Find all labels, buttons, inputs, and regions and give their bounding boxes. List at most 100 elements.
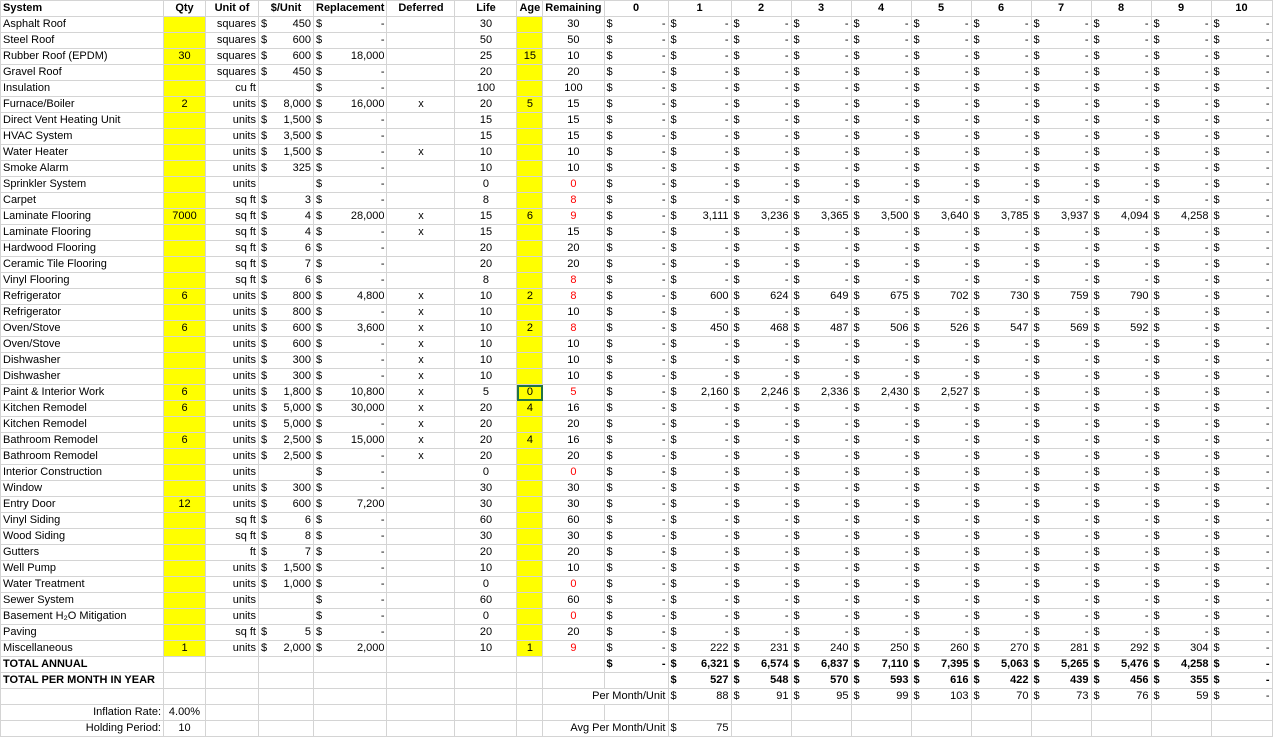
total-cell[interactable]: $5,063 bbox=[970, 656, 1032, 673]
age-cell[interactable]: 2 bbox=[516, 288, 544, 305]
year-cell[interactable]: $ - bbox=[667, 64, 732, 81]
price-cell[interactable]: $300 bbox=[258, 352, 314, 369]
year-cell[interactable]: $ - bbox=[1150, 496, 1212, 513]
replacement-cell[interactable]: $ - bbox=[312, 160, 388, 177]
year-cell[interactable]: $ - bbox=[730, 464, 792, 481]
age-cell[interactable] bbox=[516, 416, 544, 433]
year-cell[interactable]: $ - bbox=[1150, 64, 1212, 81]
year-cell[interactable]: $2,160 bbox=[667, 384, 732, 401]
age-cell[interactable]: 1 bbox=[516, 640, 544, 657]
deferred-cell[interactable] bbox=[386, 640, 456, 657]
year-cell[interactable]: $ - bbox=[1030, 112, 1092, 129]
year-cell[interactable]: $ - bbox=[1210, 320, 1273, 337]
unit-cell[interactable]: units bbox=[205, 496, 259, 513]
year-cell[interactable]: $ - bbox=[1210, 112, 1273, 129]
price-cell[interactable]: $800 bbox=[258, 288, 314, 305]
replacement-cell[interactable]: $ - bbox=[312, 80, 388, 97]
blank-cell[interactable] bbox=[386, 704, 456, 721]
year-cell[interactable]: $ - bbox=[603, 544, 669, 561]
total-cell[interactable]: $6,321 bbox=[667, 656, 732, 673]
year-cell[interactable]: $ - bbox=[667, 160, 732, 177]
blank-cell[interactable] bbox=[1090, 704, 1152, 721]
year-cell[interactable]: $ - bbox=[667, 416, 732, 433]
header-cell[interactable]: 5 bbox=[910, 0, 972, 17]
header-cell[interactable]: Remaining bbox=[542, 0, 605, 17]
unit-cell[interactable]: sq ft bbox=[205, 512, 259, 529]
unit-cell[interactable]: sq ft bbox=[205, 240, 259, 257]
year-cell[interactable]: $ - bbox=[1030, 144, 1092, 161]
year-cell[interactable]: $ - bbox=[850, 144, 912, 161]
year-cell[interactable]: $ - bbox=[790, 240, 852, 257]
blank-cell[interactable] bbox=[790, 720, 852, 737]
unit-cell[interactable]: sq ft bbox=[205, 256, 259, 273]
deferred-cell[interactable]: x bbox=[386, 432, 456, 449]
replacement-cell[interactable]: $ - bbox=[312, 144, 388, 161]
year-cell[interactable]: $ - bbox=[1210, 144, 1273, 161]
year-cell[interactable]: $ - bbox=[1030, 432, 1092, 449]
remaining-cell[interactable]: 8 bbox=[542, 192, 605, 209]
per-month-cell[interactable]: $73 bbox=[1030, 688, 1092, 705]
year-cell[interactable]: $ - bbox=[667, 480, 732, 497]
unit-cell[interactable]: units bbox=[205, 368, 259, 385]
year-cell[interactable]: $ - bbox=[970, 304, 1032, 321]
replacement-cell[interactable]: $ - bbox=[312, 368, 388, 385]
year-cell[interactable]: $ - bbox=[1090, 16, 1152, 33]
per-month-cell[interactable]: $91 bbox=[730, 688, 792, 705]
deferred-cell[interactable]: x bbox=[386, 400, 456, 417]
year-cell[interactable]: $ - bbox=[1210, 224, 1273, 241]
year-cell[interactable]: $ - bbox=[667, 528, 732, 545]
unit-cell[interactable]: units bbox=[205, 464, 259, 481]
replacement-cell[interactable]: $16,000 bbox=[312, 96, 388, 113]
qty-cell[interactable] bbox=[163, 16, 206, 33]
year-cell[interactable]: $ - bbox=[603, 32, 669, 49]
year-cell[interactable]: $ - bbox=[790, 192, 852, 209]
year-cell[interactable]: $ - bbox=[970, 384, 1032, 401]
year-cell[interactable]: $ - bbox=[790, 352, 852, 369]
year-cell[interactable]: $ - bbox=[790, 624, 852, 641]
qty-cell[interactable]: 30 bbox=[163, 48, 206, 65]
blank-cell[interactable] bbox=[970, 704, 1032, 721]
replacement-cell[interactable]: $18,000 bbox=[312, 48, 388, 65]
price-cell[interactable]: $7 bbox=[258, 544, 314, 561]
year-cell[interactable]: $ - bbox=[603, 240, 669, 257]
year-cell[interactable]: $ - bbox=[1090, 352, 1152, 369]
year-cell[interactable]: $ - bbox=[603, 320, 669, 337]
qty-cell[interactable]: 1 bbox=[163, 640, 206, 657]
system-cell[interactable]: Well Pump bbox=[0, 560, 164, 577]
price-cell[interactable]: $4 bbox=[258, 208, 314, 225]
total-cell[interactable]: $6,574 bbox=[730, 656, 792, 673]
deferred-cell[interactable]: x bbox=[386, 96, 456, 113]
year-cell[interactable]: $ - bbox=[1030, 240, 1092, 257]
replacement-cell[interactable]: $ - bbox=[312, 32, 388, 49]
price-cell[interactable] bbox=[258, 592, 314, 609]
year-cell[interactable]: $ - bbox=[1030, 560, 1092, 577]
year-cell[interactable]: $ - bbox=[1150, 416, 1212, 433]
year-cell[interactable]: $ - bbox=[850, 528, 912, 545]
deferred-cell[interactable]: x bbox=[386, 352, 456, 369]
life-cell[interactable]: 100 bbox=[454, 80, 518, 97]
age-cell[interactable]: 4 bbox=[516, 432, 544, 449]
header-cell[interactable]: Unit of bbox=[205, 0, 259, 17]
deferred-cell[interactable] bbox=[386, 240, 456, 257]
year-cell[interactable]: $ - bbox=[970, 528, 1032, 545]
year-cell[interactable]: $ - bbox=[1150, 240, 1212, 257]
year-cell[interactable]: $ - bbox=[603, 608, 669, 625]
year-cell[interactable]: $ - bbox=[850, 272, 912, 289]
year-cell[interactable]: $ - bbox=[970, 176, 1032, 193]
qty-cell[interactable] bbox=[163, 592, 206, 609]
blank-cell[interactable] bbox=[790, 704, 852, 721]
price-cell[interactable]: $3,500 bbox=[258, 128, 314, 145]
blank-cell[interactable] bbox=[603, 704, 669, 721]
age-cell[interactable] bbox=[516, 496, 544, 513]
year-cell[interactable]: $ - bbox=[1090, 480, 1152, 497]
age-cell[interactable] bbox=[516, 32, 544, 49]
blank-cell[interactable] bbox=[516, 672, 544, 689]
year-cell[interactable]: $ - bbox=[603, 496, 669, 513]
life-cell[interactable]: 60 bbox=[454, 592, 518, 609]
price-cell[interactable]: $6 bbox=[258, 512, 314, 529]
year-cell[interactable]: $ - bbox=[1150, 512, 1212, 529]
replacement-cell[interactable]: $4,800 bbox=[312, 288, 388, 305]
year-cell[interactable]: $ - bbox=[910, 144, 972, 161]
deferred-cell[interactable] bbox=[386, 32, 456, 49]
year-cell[interactable]: $ - bbox=[970, 128, 1032, 145]
